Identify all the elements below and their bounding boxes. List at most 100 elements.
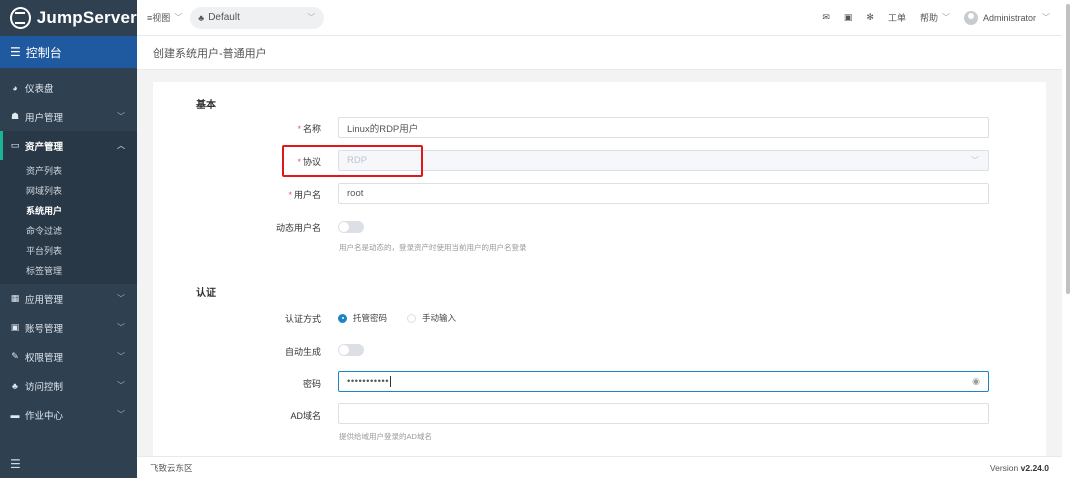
sidebar-item-assets[interactable]: ▭ 资产管理 ︿ [0,131,137,160]
edit-icon: ✎ [11,351,19,361]
radio-checked-icon [338,313,347,323]
section-title-basic: 基本 [196,100,216,111]
password-label: 密码 [302,379,321,389]
radio-unchecked-icon [407,313,417,323]
mail-icon[interactable]: ✉ [822,12,830,23]
sidebar: JumpServer ☰ 控制台 ◕ 仪表盘 ☗ 用户管理 ﹀ ▭ 资产管理 ︿… [0,0,137,478]
sidebar-subitem-asset-list[interactable]: 资产列表 [0,160,137,180]
username-input[interactable]: root [338,183,989,204]
scrollbar-thumb[interactable] [1066,4,1070,294]
chevron-down-icon: ﹀ [117,410,125,419]
ad-domain-input[interactable] [338,403,989,424]
auth-option-managed[interactable]: 托管密码 [338,312,387,324]
password-input[interactable]: ••••••••••• ◉ [338,371,989,392]
dynamic-username-toggle[interactable] [338,221,364,233]
ticket-link[interactable]: 工单 [888,11,906,24]
auth-option-label: 手动输入 [422,313,457,323]
inbox-icon: ▭ [10,140,20,150]
sidebar-item-access-control[interactable]: ♣ 访问控制 ﹀ [0,371,137,400]
dashboard-icon: ◕ [12,82,18,93]
ad-domain-help: 提供给域用户登录的AD域名 [339,432,432,441]
chevron-down-icon: ﹀ [117,323,125,332]
sidebar-item-label: 资产管理 [25,141,64,153]
footer: 飞致云东区 Version v2.24.0 [137,456,1062,478]
auth-method-radio-group: 托管密码 手动输入 [338,312,476,324]
window-scrollbar[interactable] [1062,0,1080,478]
grid-icon: ▦ [10,293,20,303]
protocol-select[interactable]: RDP ﹀ [338,150,989,171]
dynamic-username-help: 用户名是动态的，登录资产时使用当前用户的用户名登录 [339,243,527,252]
auth-option-label: 托管密码 [353,313,388,323]
chevron-down-icon: ﹀ [971,156,979,165]
name-label: * 名称 [297,124,321,134]
sidebar-item-users[interactable]: ☗ 用户管理 ﹀ [0,102,137,131]
caret [390,376,392,387]
sidebar-item-label: 作业中心 [25,410,64,422]
user-name: Administrator [982,12,1036,23]
chevron-up-icon: ︿ [117,141,125,150]
dynamic-username-label: 动态用户名 [275,223,321,233]
chevron-down-icon: ﹀ [117,294,125,303]
auto-generate-toggle[interactable] [338,344,364,356]
chevron-down-icon: ﹀ [117,381,125,390]
sitemap-icon: ♣ [12,380,18,391]
jumpserver-logo-icon [10,7,31,29]
name-input[interactable]: Linux的RDP用户 [338,117,989,138]
terminal-icon[interactable]: ▣ [844,12,853,23]
chevron-down-icon: ﹀ [174,13,183,22]
users-icon: ☗ [10,111,20,121]
highlight-box [282,145,423,177]
user-menu[interactable]: Administrator ﹀ [963,10,1050,25]
footer-left: 飞致云东区 [150,462,193,473]
sidebar-subitem-domain-list[interactable]: 网域列表 [0,180,137,200]
sidebar-item-label: 账号管理 [25,323,64,335]
sidebar-menu: ◕ 仪表盘 ☗ 用户管理 ﹀ ▭ 资产管理 ︿ 资产列表 网域列表 系统用户 命… [0,73,137,429]
org-label: Default [208,12,240,23]
account-icon: ▣ [10,322,20,332]
gear-icon[interactable]: ✻ [866,12,874,23]
auto-generate-label: 自动生成 [284,347,321,357]
sidebar-item-job-center[interactable]: ▬ 作业中心 ﹀ [0,400,137,429]
task-icon: ▬ [10,409,20,420]
sidebar-item-permissions[interactable]: ✎ 权限管理 ﹀ [0,342,137,371]
eye-icon[interactable]: ◉ [972,376,980,387]
sidebar-subitem-system-user[interactable]: 系统用户 [0,200,137,220]
sidebar-item-label: 用户管理 [25,112,64,124]
chevron-down-icon: ﹀ [117,112,125,121]
org-icon: ♣ [198,12,205,23]
sidebar-item-dashboard[interactable]: ◕ 仪表盘 [0,73,137,102]
form-card: 基本 * 名称 Linux的RDP用户 * 协议 RDP ﹀ * 用户名 root 动… [153,82,1046,456]
sidebar-item-label: 仪表盘 [25,83,54,95]
username-label: * 用户名 [288,190,321,200]
auth-method-label: 认证方式 [284,314,321,324]
password-value: ••••••••••• [347,376,390,387]
sidebar-subitem-label-management[interactable]: 标签管理 [0,260,137,280]
brand[interactable]: JumpServer [0,0,137,36]
chevron-down-icon: ﹀ [941,13,950,22]
page-title-bar: 创建系统用户-普通用户 [137,36,1062,70]
footer-version: Version v2.24.0 [989,462,1049,473]
section-title-auth: 认证 [196,288,216,299]
org-select[interactable]: ♣ Default ﹀ [190,6,325,29]
topbar: ≡ 视图 ﹀ ♣ Default ﹀ ✉ ▣ ✻ 工单 帮助 ﹀ Adminis… [137,0,1062,36]
ad-domain-label: AD域名 [290,411,321,421]
view-label: 视图 [152,13,171,23]
console-label: 控制台 [25,45,62,60]
sidebar-item-accounts[interactable]: ▣ 账号管理 ﹀ [0,313,137,342]
view-switch[interactable]: ≡ 视图 ﹀ [147,11,182,24]
topbar-right: ✉ ▣ ✻ 工单 帮助 ﹀ Administrator ﹀ [808,10,1050,25]
sidebar-collapse-icon[interactable]: ☰ [10,457,21,471]
help-label: 帮助 [919,13,938,23]
auth-option-manual[interactable]: 手动输入 [407,312,456,324]
page-title: 创建系统用户-普通用户 [153,47,267,60]
help-menu[interactable]: 帮助 ﹀ [920,11,950,24]
sidebar-item-label: 权限管理 [25,352,64,364]
assets-submenu: 资产列表 网域列表 系统用户 命令过滤 平台列表 标签管理 [0,160,137,284]
console-switch[interactable]: ☰ 控制台 [0,36,137,68]
sidebar-subitem-platform-list[interactable]: 平台列表 [0,240,137,260]
menu-lines-icon: ☰ [10,45,21,59]
chevron-down-icon: ﹀ [1042,13,1050,22]
chevron-down-icon: ﹀ [307,13,316,22]
sidebar-subitem-command-filter[interactable]: 命令过滤 [0,220,137,240]
sidebar-item-applications[interactable]: ▦ 应用管理 ﹀ [0,284,137,313]
